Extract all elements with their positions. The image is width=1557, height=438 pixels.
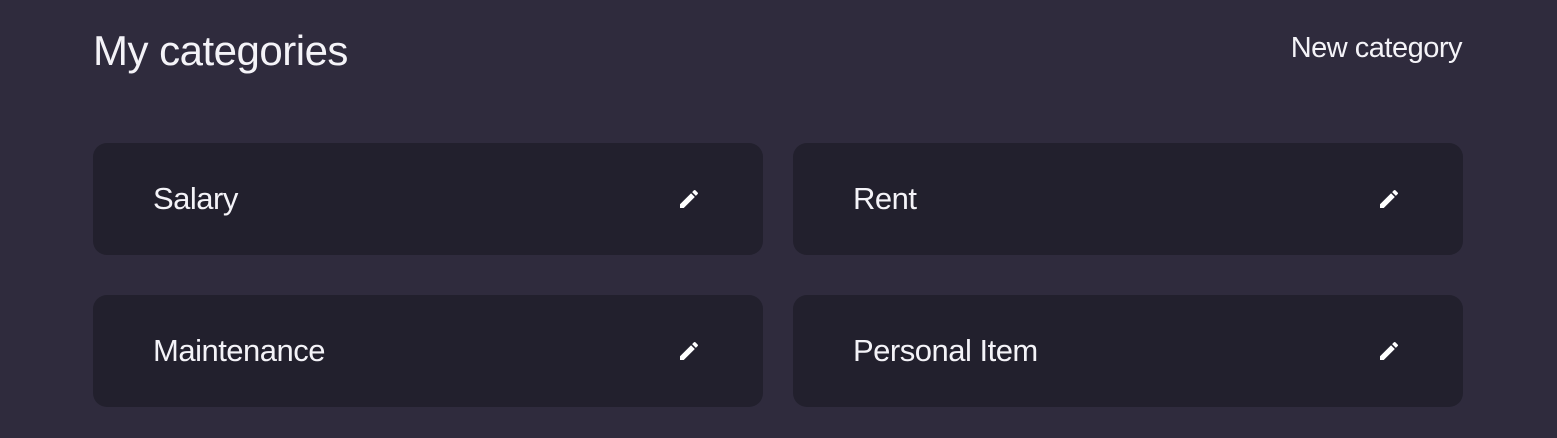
edit-category-button[interactable] xyxy=(1375,185,1403,213)
category-card[interactable]: Rent xyxy=(793,143,1463,255)
category-label: Salary xyxy=(153,181,238,216)
category-grid: Salary Rent Maintenance Personal Item xyxy=(93,143,1463,407)
category-label: Maintenance xyxy=(153,333,326,368)
category-label: Rent xyxy=(853,181,917,216)
pencil-icon xyxy=(1380,189,1399,208)
page-title: My categories xyxy=(93,27,348,74)
category-label: Personal Item xyxy=(853,333,1038,368)
page-header: My categories New category xyxy=(93,22,1463,80)
categories-page: My categories New category Salary Rent M… xyxy=(0,0,1557,438)
category-card[interactable]: Personal Item xyxy=(793,295,1463,407)
pencil-icon xyxy=(1380,341,1399,360)
edit-category-button[interactable] xyxy=(1375,337,1403,365)
edit-category-button[interactable] xyxy=(675,185,703,213)
pencil-icon xyxy=(680,189,699,208)
pencil-icon xyxy=(680,341,699,360)
edit-category-button[interactable] xyxy=(675,337,703,365)
new-category-button[interactable]: New category xyxy=(1291,32,1463,65)
category-card[interactable]: Maintenance xyxy=(93,295,763,407)
category-card[interactable]: Salary xyxy=(93,143,763,255)
